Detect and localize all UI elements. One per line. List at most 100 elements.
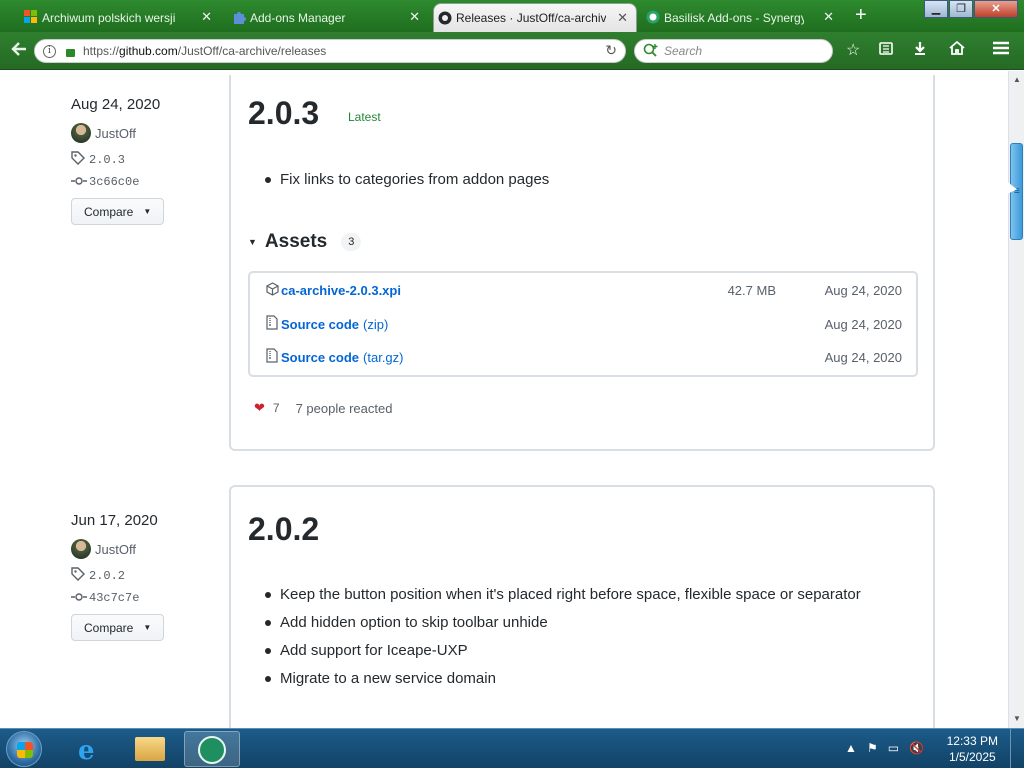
commit-link[interactable]: 3c66c0e bbox=[89, 175, 139, 189]
reading-list-icon[interactable] bbox=[878, 40, 894, 61]
show-desktop-button[interactable] bbox=[1010, 729, 1024, 768]
clock-time: 12:33 PM bbox=[946, 734, 998, 748]
compare-label: Compare bbox=[84, 204, 134, 219]
vertical-scrollbar[interactable]: ▲ ≡ ▼ bbox=[1008, 71, 1024, 728]
taskbar-internet-explorer[interactable]: e bbox=[62, 731, 118, 767]
compare-button[interactable]: Compare ▼ bbox=[71, 198, 165, 225]
asset-row[interactable]: ca-archive-2.0.3.xpi 42.7 MB Aug 24, 202… bbox=[266, 280, 902, 300]
list-item: Fix links to categories from addon pages bbox=[265, 170, 549, 198]
release-version[interactable]: 2.0.3 bbox=[248, 95, 319, 132]
volume-muted-icon[interactable]: 🔇 bbox=[909, 741, 924, 755]
maximize-icon[interactable]: ❐ bbox=[949, 0, 973, 18]
compare-button[interactable]: Compare ▼ bbox=[71, 614, 165, 641]
release-version[interactable]: 2.0.2 bbox=[248, 511, 319, 548]
assets-title: Assets bbox=[264, 231, 328, 252]
tab-label: Archiwum polskich wersji bbox=[42, 10, 176, 25]
tag-icon bbox=[71, 151, 89, 168]
tab-releases[interactable]: Releases · JustOff/ca-archive ✕ bbox=[433, 3, 637, 32]
assets-count-badge: 3 bbox=[341, 233, 362, 251]
release-card: 2.0.3 Latest Fix links to categories fro… bbox=[229, 75, 935, 451]
close-window-icon[interactable]: ✕ bbox=[974, 0, 1018, 18]
url-bar[interactable]: i https://github.com/JustOff/ca-archive/… bbox=[34, 39, 626, 63]
tab-archiwum[interactable]: Archiwum polskich wersji ✕ bbox=[20, 3, 220, 32]
tab-label: Basilisk Add-ons - Synergy bbox=[664, 10, 804, 25]
file-zip-icon bbox=[266, 315, 281, 333]
commit-link[interactable]: 43c7c7e bbox=[89, 591, 139, 605]
release-sidebar: Jun 17, 2020 JustOff 2.0.2 43c7c7e Compa… bbox=[71, 512, 165, 641]
scroll-down-arrow-icon[interactable]: ▼ bbox=[1011, 713, 1023, 725]
list-item: Migrate to a new service domain bbox=[265, 669, 861, 697]
search-placeholder: Search bbox=[664, 44, 703, 58]
author-link[interactable]: JustOff bbox=[95, 542, 136, 557]
asset-row[interactable]: Source code (tar.gz) Aug 24, 2020 bbox=[266, 347, 902, 367]
navigation-bar: i https://github.com/JustOff/ca-archive/… bbox=[0, 32, 1024, 70]
home-icon[interactable] bbox=[948, 40, 966, 61]
assets-toggle[interactable]: ▼ Assets 3 bbox=[248, 231, 362, 253]
package-icon bbox=[266, 281, 281, 299]
close-tab-icon[interactable]: ✕ bbox=[409, 9, 420, 25]
author-link[interactable]: JustOff bbox=[95, 126, 136, 141]
info-icon[interactable]: i bbox=[43, 44, 56, 58]
scroll-up-arrow-icon[interactable]: ▲ bbox=[1011, 74, 1023, 86]
commit-icon bbox=[71, 174, 89, 189]
internet-explorer-icon: e bbox=[78, 736, 95, 766]
release-notes: Fix links to categories from addon pages bbox=[265, 170, 549, 198]
system-tray: ▲ ⚑ ▭ 🔇 bbox=[845, 741, 924, 755]
github-icon bbox=[438, 11, 452, 25]
asset-name[interactable]: ca-archive-2.0.3.xpi bbox=[281, 283, 401, 298]
asset-name[interactable]: Source code bbox=[281, 350, 359, 365]
taskbar-file-explorer[interactable] bbox=[122, 731, 178, 767]
basilisk-icon bbox=[198, 736, 226, 764]
basilisk-icon bbox=[646, 10, 660, 24]
reactions[interactable]: ❤ 7 7 people reacted bbox=[254, 400, 392, 416]
menu-hamburger-icon[interactable] bbox=[992, 40, 1010, 61]
list-item: Keep the button position when it's place… bbox=[265, 585, 861, 613]
back-arrow-icon[interactable] bbox=[10, 40, 28, 63]
release-sidebar: Aug 24, 2020 JustOff 2.0.3 3c66c0e Compa… bbox=[71, 96, 165, 225]
close-tab-icon[interactable]: ✕ bbox=[823, 9, 834, 25]
asset-name[interactable]: Source code bbox=[281, 317, 359, 332]
reload-icon[interactable]: ↻ bbox=[605, 42, 617, 59]
close-tab-icon[interactable]: ✕ bbox=[617, 10, 628, 26]
asset-date: Aug 24, 2020 bbox=[824, 282, 902, 298]
tag-icon bbox=[71, 567, 89, 584]
asset-row[interactable]: Source code (zip) Aug 24, 2020 bbox=[266, 314, 902, 334]
tag-link[interactable]: 2.0.2 bbox=[89, 569, 125, 583]
close-tab-icon[interactable]: ✕ bbox=[201, 9, 212, 25]
network-icon[interactable]: ▭ bbox=[888, 741, 899, 755]
list-item: Add hidden option to skip toolbar unhide bbox=[265, 613, 861, 641]
minimize-icon[interactable]: ▁ bbox=[924, 0, 948, 18]
show-hidden-icons-icon[interactable]: ▲ bbox=[845, 741, 857, 755]
search-icon bbox=[643, 43, 659, 60]
avatar[interactable] bbox=[71, 123, 91, 143]
lock-icon bbox=[66, 49, 75, 57]
page-content: Aug 24, 2020 JustOff 2.0.3 3c66c0e Compa… bbox=[0, 71, 1008, 728]
clock[interactable]: 12:33 PM 1/5/2025 bbox=[947, 733, 998, 765]
windows-logo-icon bbox=[24, 10, 38, 24]
tab-label: Releases · JustOff/ca-archive bbox=[456, 11, 606, 25]
search-input[interactable]: Search bbox=[634, 39, 833, 63]
list-item: Add support for Iceape-UXP bbox=[265, 641, 861, 669]
assets-list: ca-archive-2.0.3.xpi 42.7 MB Aug 24, 202… bbox=[248, 271, 918, 377]
start-button[interactable] bbox=[6, 731, 42, 767]
action-center-flag-icon[interactable]: ⚑ bbox=[867, 741, 878, 755]
asset-date: Aug 24, 2020 bbox=[824, 349, 902, 365]
asset-ext[interactable]: (tar.gz) bbox=[363, 350, 403, 365]
asset-ext[interactable]: (zip) bbox=[363, 317, 388, 332]
tab-label: Add-ons Manager bbox=[250, 10, 346, 25]
url-text[interactable]: https://github.com/JustOff/ca-archive/re… bbox=[83, 44, 326, 58]
latest-badge: Latest bbox=[348, 110, 381, 124]
reaction-summary: 7 people reacted bbox=[295, 400, 393, 416]
tab-basilisk-addons[interactable]: Basilisk Add-ons - Synergy ✕ bbox=[642, 3, 842, 32]
reaction-count: 7 bbox=[272, 401, 280, 415]
taskbar-basilisk[interactable] bbox=[184, 731, 240, 767]
compare-label: Compare bbox=[84, 620, 134, 635]
avatar[interactable] bbox=[71, 539, 91, 559]
tag-link[interactable]: 2.0.3 bbox=[89, 153, 125, 167]
new-tab-icon[interactable]: + bbox=[855, 4, 867, 27]
download-icon[interactable] bbox=[912, 40, 928, 61]
tab-addons-manager[interactable]: Add-ons Manager ✕ bbox=[228, 3, 428, 32]
bookmark-star-icon[interactable]: ☆ bbox=[846, 40, 860, 60]
release-notes: Keep the button position when it's place… bbox=[265, 585, 861, 697]
release-card: 2.0.2 Keep the button position when it's… bbox=[229, 485, 935, 728]
